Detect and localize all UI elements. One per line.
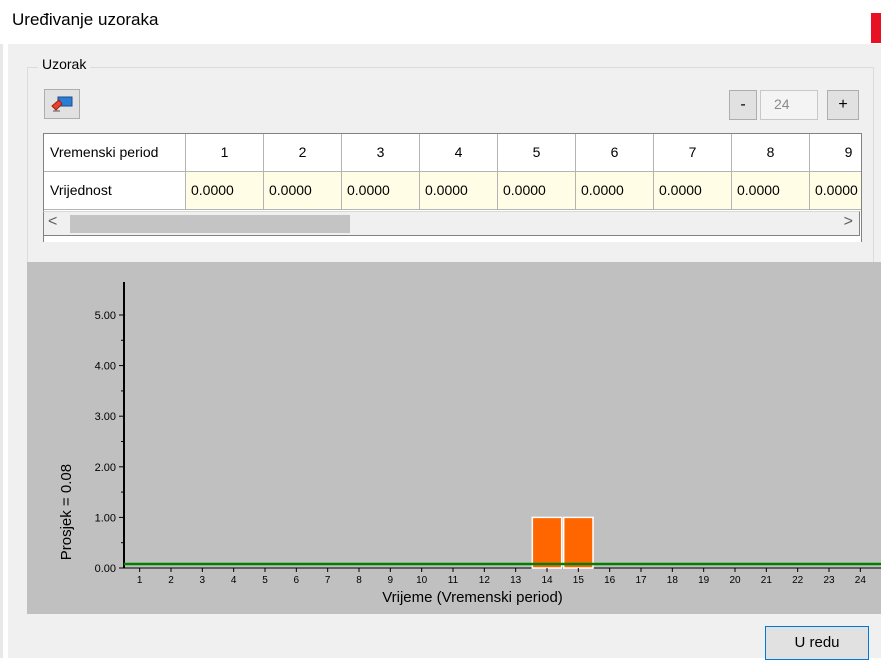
row-header-period: Vremenski period bbox=[44, 134, 186, 172]
period-cell: 7 bbox=[654, 134, 732, 172]
y-tick-label: 1.00 bbox=[95, 512, 116, 524]
x-tick-label: 10 bbox=[416, 575, 428, 586]
x-tick-label: 2 bbox=[168, 575, 174, 586]
increase-count-button[interactable]: + bbox=[827, 90, 859, 120]
x-tick-label: 22 bbox=[792, 575, 804, 586]
x-tick-label: 3 bbox=[200, 575, 206, 586]
x-tick-label: 15 bbox=[573, 575, 585, 586]
period-cell: 1 bbox=[186, 134, 264, 172]
x-tick-label: 13 bbox=[510, 575, 522, 586]
x-tick-label: 16 bbox=[604, 575, 616, 586]
value-cell[interactable]: 0.0000 bbox=[264, 172, 342, 210]
period-cell: 2 bbox=[264, 134, 342, 172]
y-axis-label: Prosjek = 0.08 bbox=[58, 464, 75, 560]
clear-sample-button[interactable] bbox=[44, 89, 80, 119]
group-label: Uzorak bbox=[38, 56, 91, 72]
x-tick-label: 11 bbox=[448, 575, 459, 586]
period-count-input[interactable]: 24 bbox=[760, 90, 818, 120]
period-cell: 3 bbox=[342, 134, 420, 172]
y-tick-label: 5.00 bbox=[95, 310, 116, 322]
x-tick-label: 1 bbox=[137, 575, 143, 586]
close-icon[interactable] bbox=[871, 13, 881, 43]
x-tick-label: 17 bbox=[635, 575, 647, 586]
x-tick-label: 6 bbox=[294, 575, 300, 586]
window-left-edge bbox=[0, 0, 3, 658]
value-cell[interactable]: 0.0000 bbox=[576, 172, 654, 210]
horizontal-scrollbar[interactable]: < > bbox=[43, 211, 860, 236]
value-cell[interactable]: 0.0000 bbox=[654, 172, 732, 210]
x-tick-label: 23 bbox=[823, 575, 835, 586]
y-tick-label: 0.00 bbox=[95, 563, 116, 575]
period-cell: 4 bbox=[420, 134, 498, 172]
decrease-count-button[interactable]: - bbox=[729, 90, 757, 120]
chart-area: 0.00 1.00 2.00 3.00 4.00 5.00 1 2 3 4 5 6 7 8 9 10 11 12 1… bbox=[27, 262, 881, 614]
x-tick-label: 7 bbox=[325, 575, 331, 586]
x-tick-label: 21 bbox=[761, 575, 773, 586]
x-tick-label: 9 bbox=[388, 575, 394, 586]
value-cell[interactable]: 0.0000 bbox=[732, 172, 810, 210]
period-cell: 9 bbox=[810, 134, 861, 172]
bar-chart: 0.001.002.003.004.005.001 2 3 4 5 6 7 8 9 10 11 12 1… bbox=[58, 282, 881, 606]
ok-button[interactable]: U redu bbox=[765, 626, 869, 660]
x-axis-label: Vrijeme (Vremenski period) bbox=[382, 589, 563, 606]
x-tick-label: 20 bbox=[729, 575, 741, 586]
scroll-right-icon[interactable]: > bbox=[844, 213, 853, 231]
period-cell: 5 bbox=[498, 134, 576, 172]
y-tick-label: 3.00 bbox=[95, 411, 116, 423]
x-tick-label: 24 bbox=[855, 575, 867, 586]
x-tick-label: 19 bbox=[698, 575, 710, 586]
value-cell[interactable]: 0.0000 bbox=[186, 172, 264, 210]
value-cell[interactable]: 0.0000 bbox=[342, 172, 420, 210]
period-cell: 8 bbox=[732, 134, 810, 172]
title-bar: Uređivanje uzoraka bbox=[0, 0, 881, 44]
y-tick-label: 4.00 bbox=[95, 361, 116, 373]
x-tick-label: 5 bbox=[262, 575, 268, 586]
dialog-content: Uzorak - 24 + Vremenski period 1 2 3 4 5… bbox=[8, 44, 881, 660]
x-tick-label: 4 bbox=[231, 575, 237, 586]
value-cell[interactable]: 0.0000 bbox=[420, 172, 498, 210]
value-cell[interactable]: 0.0000 bbox=[810, 172, 861, 210]
bar bbox=[531, 516, 563, 569]
x-tick-label: 12 bbox=[479, 575, 491, 586]
x-tick-label: 18 bbox=[667, 575, 679, 586]
clear-sample-icon bbox=[51, 96, 73, 112]
value-cell[interactable]: 0.0000 bbox=[498, 172, 576, 210]
window-title: Uređivanje uzoraka bbox=[12, 10, 159, 29]
period-cell: 6 bbox=[576, 134, 654, 172]
bar bbox=[562, 516, 594, 569]
row-header-value: Vrijednost bbox=[44, 172, 186, 210]
scroll-thumb[interactable] bbox=[70, 215, 350, 233]
x-tick-label: 8 bbox=[356, 575, 362, 586]
scroll-left-icon[interactable]: < bbox=[48, 213, 57, 231]
period-row: Vremenski period 1 2 3 4 5 6 7 8 9 bbox=[44, 134, 861, 172]
x-tick-label: 14 bbox=[541, 575, 553, 586]
y-tick-label: 2.00 bbox=[95, 462, 116, 474]
value-row: Vrijednost 0.0000 0.0000 0.0000 0.0000 0… bbox=[44, 172, 861, 210]
